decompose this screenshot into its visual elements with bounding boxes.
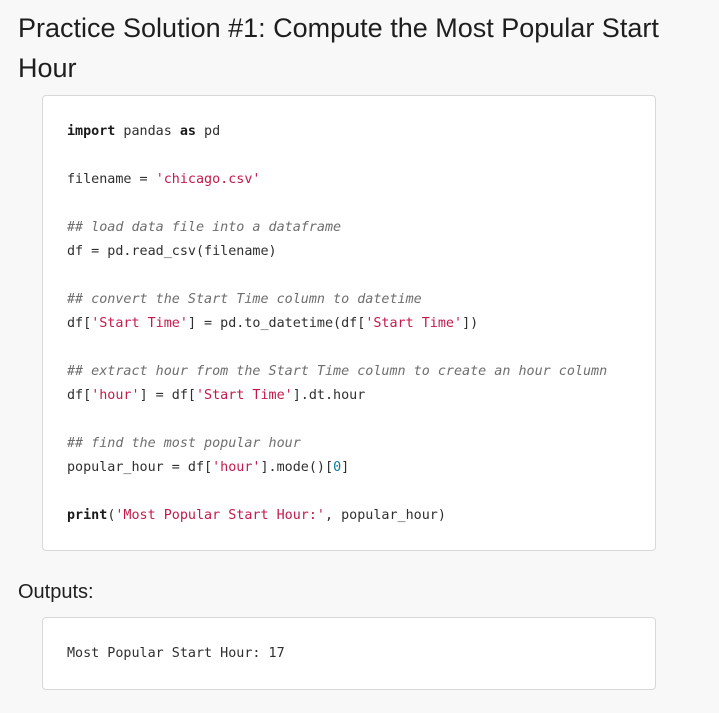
code-token: ].mode()[: [260, 460, 334, 475]
code-line: df = pd.read_csv(filename): [67, 244, 277, 259]
code-line: import pandas as pd: [67, 124, 220, 139]
code-token: 'Start Time': [196, 388, 293, 403]
outputs-heading: Outputs:: [18, 581, 94, 603]
code-block: import pandas as pd filename = 'chicago.…: [42, 95, 656, 551]
code-token: 'Most Popular Start Hour:': [115, 508, 325, 523]
code-line: popular_hour = df['hour'].mode()[0]: [67, 460, 349, 475]
code-token: 'chicago.csv': [155, 172, 261, 187]
code-token: ]: [341, 460, 350, 475]
code-token: import: [67, 124, 116, 139]
code-line: df['hour'] = df['Start Time'].dt.hour: [67, 388, 365, 403]
code-content: import pandas as pd filename = 'chicago.…: [67, 120, 607, 528]
output-text: Most Popular Start Hour: 17: [67, 646, 285, 661]
code-line: ## load data file into a dataframe: [67, 220, 341, 235]
code-token: 0: [333, 460, 342, 475]
code-token: ## extract hour from the Start Time colu…: [67, 364, 608, 379]
code-token: df = pd.read_csv(filename): [67, 244, 277, 259]
code-line: ## convert the Start Time column to date…: [67, 292, 422, 307]
code-token: popular_hour = df[: [67, 460, 213, 475]
code-token: df[: [67, 388, 92, 403]
code-token: pandas: [115, 124, 180, 139]
code-token: , popular_hour): [324, 508, 446, 523]
code-token: pd: [196, 124, 221, 139]
code-token: df[: [67, 316, 92, 331]
code-token: print: [67, 508, 108, 523]
code-line: filename = 'chicago.csv': [67, 172, 261, 187]
code-token: as: [179, 124, 196, 139]
code-token: ## find the most popular hour: [67, 436, 301, 451]
code-token: 'hour': [91, 388, 140, 403]
code-token: filename =: [67, 172, 156, 187]
code-token: 'hour': [212, 460, 261, 475]
code-token: ] = pd.to_datetime(df[: [187, 316, 366, 331]
output-block: Most Popular Start Hour: 17: [42, 617, 656, 690]
code-line: print('Most Popular Start Hour:', popula…: [67, 508, 446, 523]
code-token: ].dt.hour: [292, 388, 366, 403]
code-token: 'Start Time': [365, 316, 463, 331]
code-token: ] = df[: [139, 388, 196, 403]
code-line: ## extract hour from the Start Time colu…: [67, 364, 607, 379]
page-title: Practice Solution #1: Compute the Most P…: [18, 13, 659, 83]
code-line: df['Start Time'] = pd.to_datetime(df['St…: [67, 316, 478, 331]
code-line: ## find the most popular hour: [67, 436, 301, 451]
code-token: ## convert the Start Time column to date…: [67, 292, 422, 307]
code-token: ## load data file into a dataframe: [67, 220, 342, 235]
code-token: 'Start Time': [91, 316, 188, 331]
code-token: ]): [462, 316, 479, 331]
